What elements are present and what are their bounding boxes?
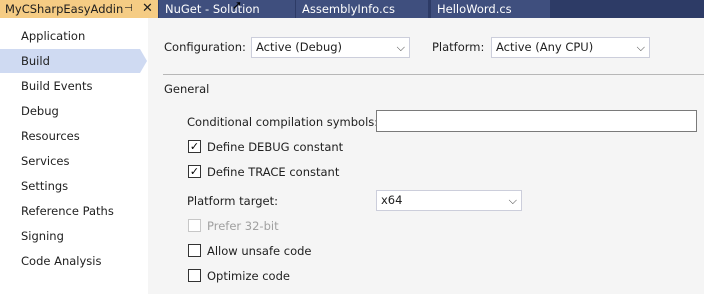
platform-target-value: x64 <box>381 193 403 207</box>
sidebar-item-build[interactable]: Build <box>0 49 147 73</box>
project-properties-sidebar: Application Build Build Events Debug Res… <box>0 18 149 294</box>
prefer-32bit-label: Prefer 32-bit <box>207 219 279 233</box>
optimize-checkbox[interactable] <box>188 269 201 282</box>
symbols-label: Conditional compilation symbols: <box>187 115 379 129</box>
define-debug-checkbox[interactable]: ✓ <box>188 140 201 153</box>
allow-unsafe-label: Allow unsafe code <box>207 244 312 258</box>
section-divider <box>163 74 704 75</box>
tab-mycsharpeasyaddin[interactable]: MyCSharpEasyAddin ⊣ ✕ <box>0 0 158 18</box>
platform-target-dropdown[interactable]: x64 ⌵ <box>376 190 522 211</box>
close-icon[interactable]: ✕ <box>142 0 153 18</box>
tab-nuget-solution[interactable]: NuGet - Solution <box>159 0 295 18</box>
sidebar-item-signing[interactable]: Signing <box>0 224 140 248</box>
mouse-cursor-icon: ➚ <box>232 0 243 12</box>
sidebar-item-code-analysis[interactable]: Code Analysis <box>0 249 140 273</box>
sidebar-item-build-events[interactable]: Build Events <box>0 74 140 98</box>
platform-label: Platform: <box>432 40 485 54</box>
build-settings-panel: Configuration: Active (Debug) ⌵ Platform… <box>148 18 704 294</box>
configuration-value: Active (Debug) <box>256 40 343 54</box>
document-tab-strip: MyCSharpEasyAddin ⊣ ✕ NuGet - Solution A… <box>0 0 704 18</box>
sidebar-item-resources[interactable]: Resources <box>0 124 140 148</box>
allow-unsafe-checkbox[interactable] <box>188 244 201 257</box>
configuration-dropdown[interactable]: Active (Debug) ⌵ <box>251 37 410 58</box>
general-section-title: General <box>164 82 210 96</box>
sidebar-item-settings[interactable]: Settings <box>0 174 140 198</box>
configuration-label: Configuration: <box>164 40 246 54</box>
prefer-32bit-checkbox <box>188 219 201 232</box>
sidebar-item-services[interactable]: Services <box>0 149 140 173</box>
pin-icon[interactable]: ⊣ <box>124 0 133 18</box>
tab-label: HelloWord.cs <box>437 2 512 16</box>
tab-label: AssemblyInfo.cs <box>302 2 395 16</box>
define-trace-label: Define TRACE constant <box>207 165 340 179</box>
platform-dropdown[interactable]: Active (Any CPU) ⌵ <box>491 37 650 58</box>
chevron-down-icon: ⌵ <box>636 41 645 54</box>
platform-value: Active (Any CPU) <box>496 40 594 54</box>
tab-label: NuGet - Solution <box>165 2 260 16</box>
define-debug-label: Define DEBUG constant <box>207 140 344 154</box>
sidebar-item-debug[interactable]: Debug <box>0 99 140 123</box>
define-trace-checkbox[interactable]: ✓ <box>188 165 201 178</box>
sidebar-item-reference-paths[interactable]: Reference Paths <box>0 199 140 223</box>
symbols-input[interactable] <box>376 110 697 132</box>
selection-arrow-icon <box>140 49 147 73</box>
sidebar-item-label: Build <box>21 54 50 68</box>
tab-assemblyinfo[interactable]: AssemblyInfo.cs <box>296 0 428 18</box>
chevron-down-icon: ⌵ <box>508 194 517 207</box>
sidebar-item-application[interactable]: Application <box>0 24 140 48</box>
tab-helloword[interactable]: HelloWord.cs <box>431 0 550 18</box>
tab-label: MyCSharpEasyAddin <box>5 2 124 16</box>
platform-target-label: Platform target: <box>187 194 278 208</box>
chevron-down-icon: ⌵ <box>396 41 405 54</box>
optimize-label: Optimize code <box>207 269 290 283</box>
